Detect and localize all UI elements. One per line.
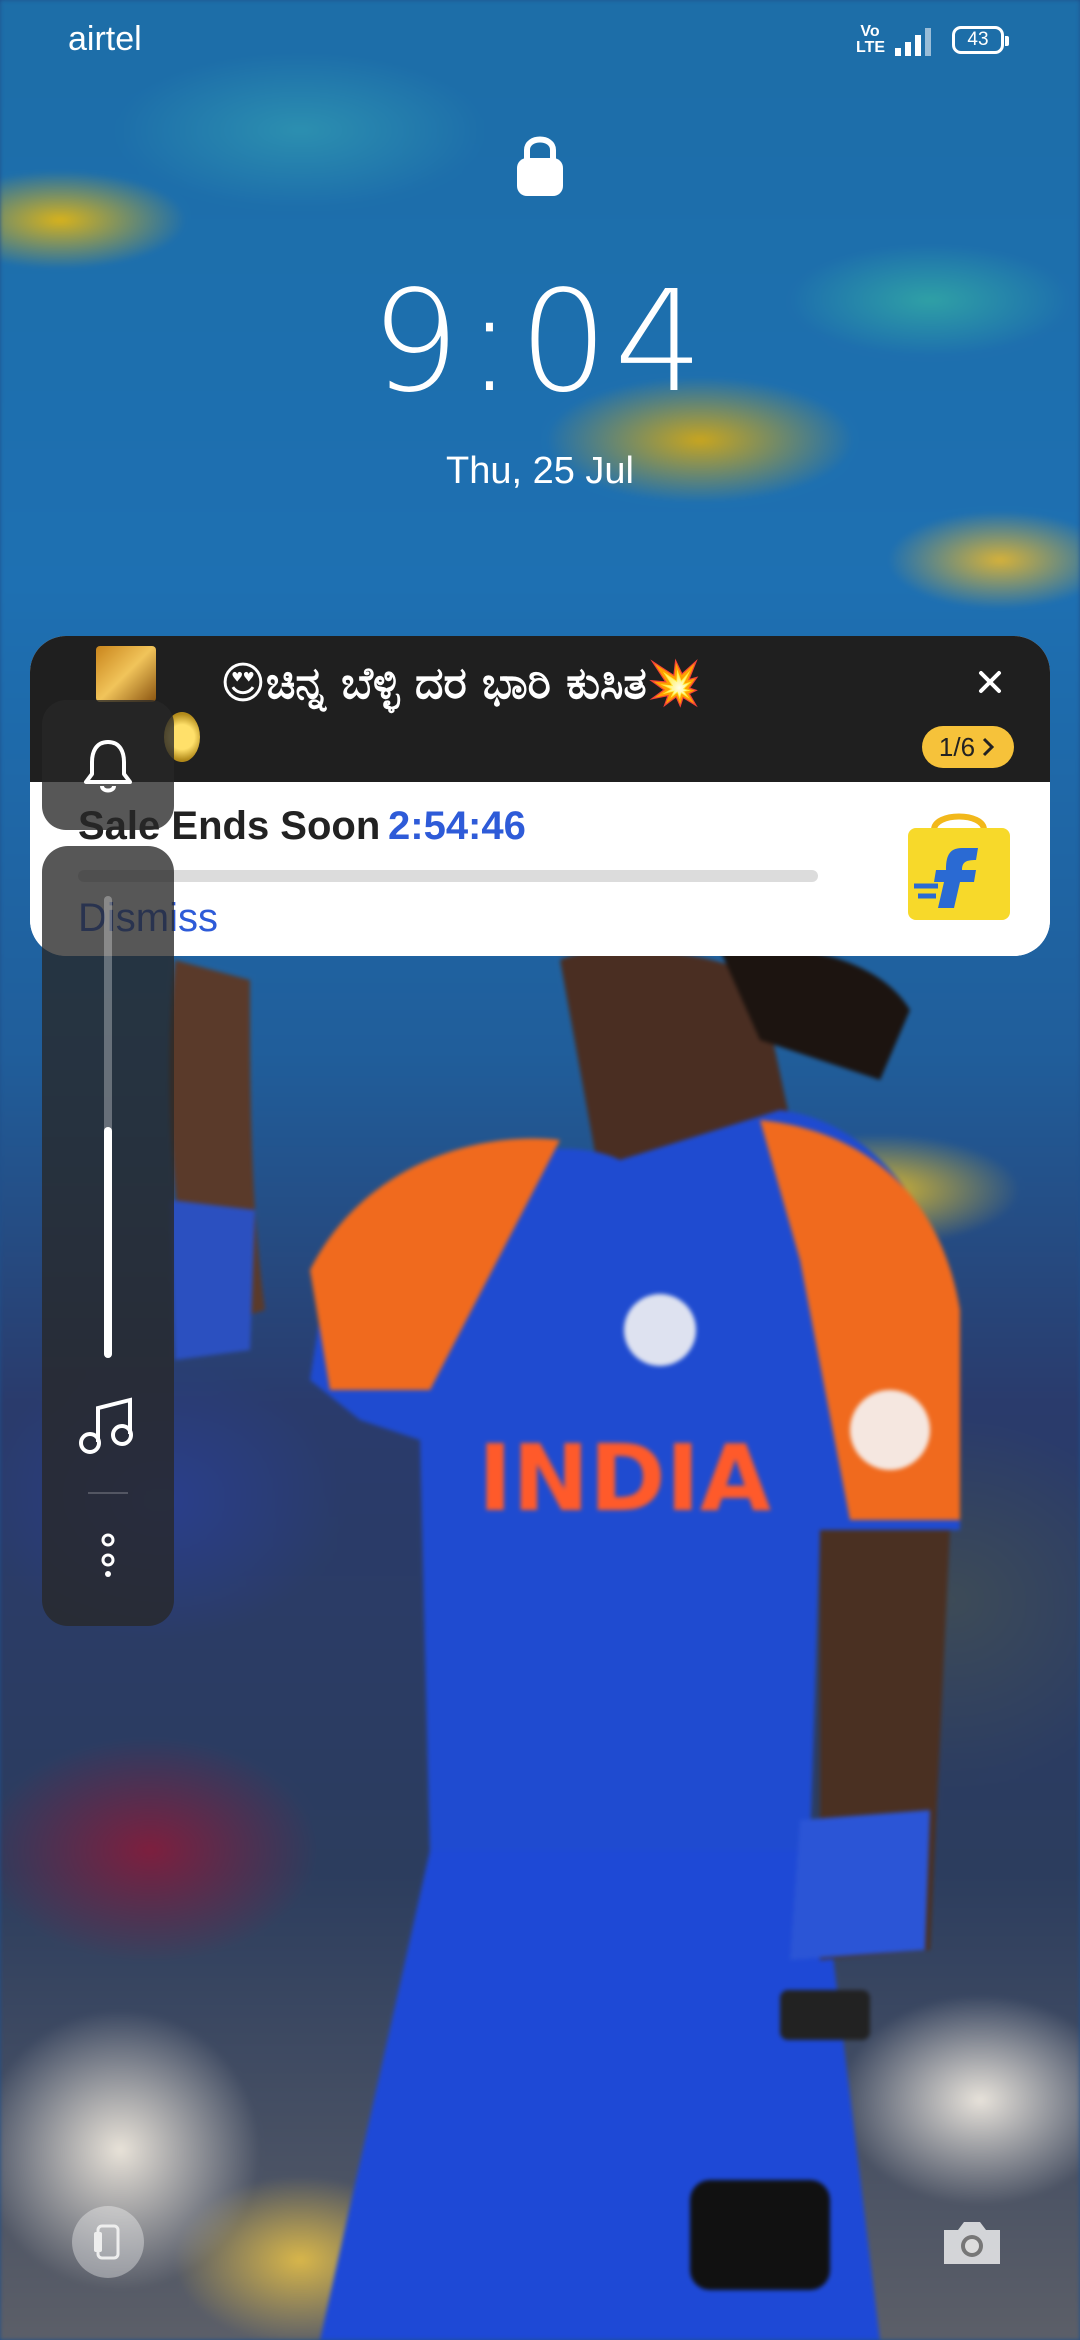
battery-icon: 43 bbox=[952, 26, 1009, 54]
phone-shortcut[interactable] bbox=[72, 2206, 144, 2278]
shopping-bag-logo bbox=[908, 813, 1010, 920]
close-button[interactable] bbox=[966, 658, 1014, 706]
sale-progress-track bbox=[78, 870, 818, 882]
more-options-button[interactable] bbox=[68, 1516, 148, 1596]
jewelry-thumbnail bbox=[96, 646, 156, 702]
notification-body: Sale Ends Soon 2:54:46 Dismiss bbox=[30, 782, 1050, 956]
battery-level: 43 bbox=[967, 29, 989, 50]
music-button[interactable] bbox=[68, 1386, 148, 1466]
signal-icon bbox=[895, 28, 931, 56]
notification-card[interactable]: 😍ಚಿನ್ನ ಬೆಳ್ಳಿ ದರ ಭಾರಿ ಕುಸಿತ💥 1/6 Sale En… bbox=[30, 636, 1050, 956]
camera-shortcut[interactable] bbox=[936, 2206, 1008, 2278]
volte-line-1: Vo bbox=[860, 23, 880, 40]
more-options-icon bbox=[101, 1533, 115, 1577]
notification-header: 😍ಚಿನ್ನ ಬೆಳ್ಳಿ ದರ ಭಾರಿ ಕುಸಿತ💥 1/6 bbox=[30, 636, 1050, 782]
volume-slider-track[interactable] bbox=[104, 896, 112, 1358]
panel-divider bbox=[88, 1492, 128, 1494]
notification-counter[interactable]: 1/6 bbox=[922, 726, 1014, 768]
notification-bell-button[interactable] bbox=[42, 700, 174, 830]
sale-countdown: 2:54:46 bbox=[388, 804, 526, 848]
phone-icon bbox=[94, 2224, 120, 2260]
lock-date: Thu, 25 Jul bbox=[446, 450, 634, 492]
volte-line-2: LTE bbox=[856, 39, 886, 56]
close-icon bbox=[979, 671, 1001, 693]
lock-icon bbox=[517, 136, 563, 196]
volume-panel bbox=[42, 846, 174, 1626]
chevron-right-icon bbox=[983, 737, 995, 757]
status-bar: airtel Vo LTE 43 bbox=[0, 0, 1080, 82]
jersey-text: INDIA bbox=[478, 1425, 771, 1532]
camera-icon bbox=[944, 2222, 1000, 2264]
lock-clock: 9:04 bbox=[370, 261, 710, 424]
music-note-icon bbox=[79, 1397, 133, 1454]
volume-slider-fill bbox=[104, 1127, 112, 1358]
carrier-name: airtel bbox=[68, 20, 142, 58]
bell-icon bbox=[84, 740, 132, 793]
counter-text: 1/6 bbox=[938, 731, 976, 762]
volte-indicator: Vo LTE bbox=[856, 23, 886, 56]
notification-title: 😍ಚಿನ್ನ ಬೆಳ್ಳಿ ದರ ಭಾರಿ ಕುಸಿತ💥 bbox=[220, 658, 702, 709]
